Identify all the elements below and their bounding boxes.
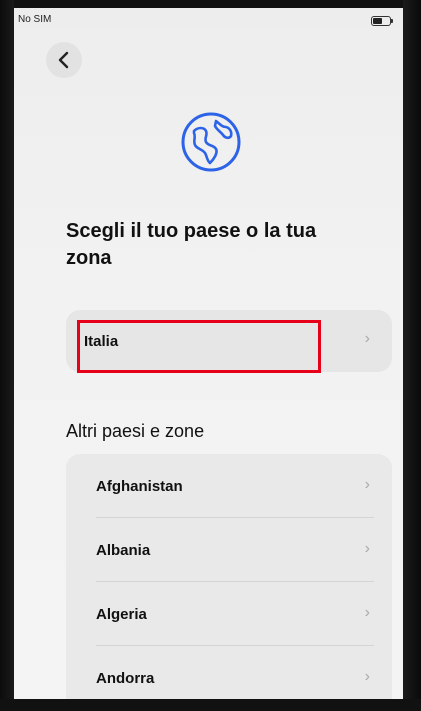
- screen: No SIM Scegli il tuo paese o la tua zona…: [14, 8, 403, 699]
- chevron-right-icon: ›: [364, 476, 370, 493]
- country-list: Afghanistan › Albania › Algeria › Andorr…: [66, 454, 392, 699]
- page-title: Scegli il tuo paese o la tua zona: [66, 220, 317, 269]
- device-frame-left: [0, 0, 14, 711]
- device-frame-top: [0, 0, 421, 8]
- list-item-albania[interactable]: Albania ›: [66, 518, 392, 582]
- carrier-label: No SIM: [18, 14, 52, 25]
- back-button[interactable]: [46, 42, 82, 78]
- chevron-right-icon: ›: [364, 668, 370, 685]
- globe-icon: [181, 112, 241, 172]
- list-item-label: Algeria: [96, 606, 147, 623]
- list-item-afghanistan[interactable]: Afghanistan ›: [66, 454, 392, 518]
- battery-icon: [371, 16, 393, 26]
- device-frame-bottom: [0, 699, 421, 711]
- list-item-andorra[interactable]: Andorra ›: [66, 646, 392, 699]
- device-frame-right: [403, 0, 421, 711]
- chevron-right-icon: ›: [364, 330, 370, 347]
- list-item-label: Andorra: [96, 670, 155, 687]
- section-title: Altri paesi e zone: [66, 421, 205, 441]
- chevron-right-icon: ›: [364, 604, 370, 621]
- highlight-annotation: [77, 320, 321, 373]
- list-item-algeria[interactable]: Algeria ›: [66, 582, 392, 646]
- list-item-label: Albania: [96, 542, 151, 559]
- chevron-right-icon: ›: [364, 540, 370, 557]
- list-item-label: Afghanistan: [96, 478, 183, 495]
- chevron-left-icon: [58, 51, 69, 69]
